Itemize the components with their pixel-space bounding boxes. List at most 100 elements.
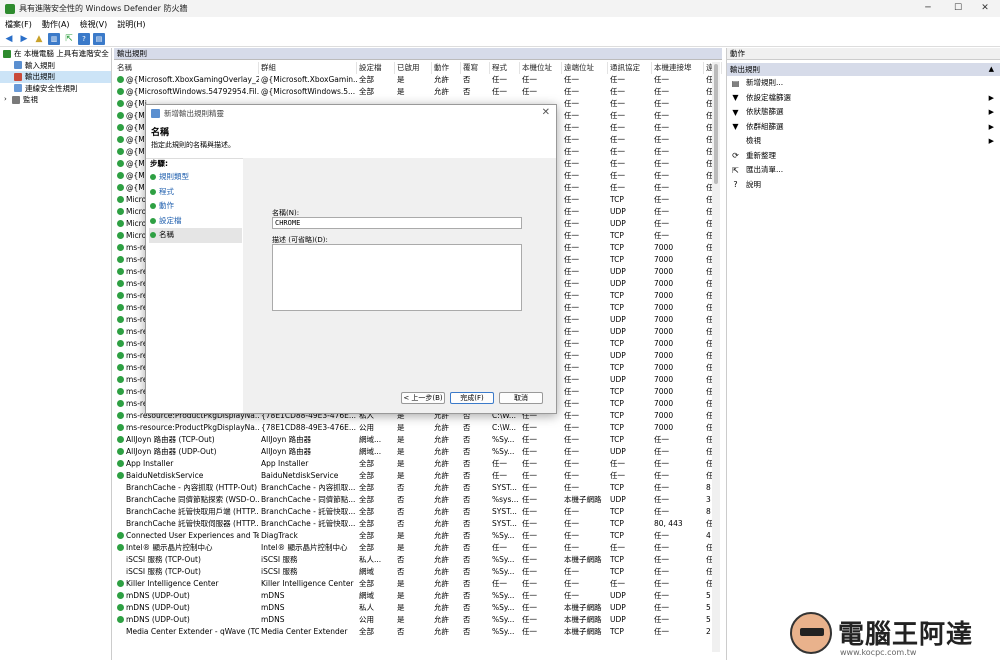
action-item[interactable]: ▤ 新增規則... (727, 76, 1000, 91)
mascot-logo (790, 611, 832, 654)
action-item[interactable]: ▼ 依狀態篩選 ▶ (727, 105, 1000, 120)
action-item[interactable]: ▼ 依設定檔篩選 ▶ (727, 91, 1000, 106)
table-cell: BranchCache - 託管快取... (261, 506, 357, 518)
column-header[interactable]: 通訊協定 (610, 62, 652, 74)
table-row[interactable]: Media Center Extender - qWave (TC... Medi… (114, 626, 722, 638)
dialog-close-icon[interactable]: ✕ (542, 107, 550, 118)
table-cell: 任一 (564, 194, 608, 206)
table-row[interactable]: iSCSI 服務 (TCP-Out) iSCSI 服務 私人... 否 允許 否 %Sy..… (114, 554, 722, 566)
column-header[interactable]: 程式 (492, 62, 520, 74)
tree-item-monitoring[interactable]: › 監視 (0, 94, 111, 106)
action-item[interactable]: ⟳ 重新整理 (727, 149, 1000, 164)
table-cell: 任一 (654, 110, 704, 122)
folder-up-icon[interactable]: ▲ (33, 33, 45, 45)
column-header[interactable]: 遠端位址 (564, 62, 608, 74)
toolbar: ◀ ▶ ▲ ▥ ⇱ ? ▤ (0, 31, 1000, 47)
title-bar: 具有進階安全性的 Windows Defender 防火牆 ─ ☐ ✕ (0, 0, 1000, 17)
column-header[interactable]: 名稱 (117, 62, 259, 74)
wizard-step[interactable]: 動作 (149, 199, 242, 214)
minimize-button[interactable]: ─ (913, 0, 943, 17)
scrollbar-thumb[interactable] (714, 64, 718, 184)
action-item[interactable]: 檢視 ▶ (727, 134, 1000, 149)
table-row[interactable]: BranchCache 託管快取伺服器 (HTTP... BranchCache … (114, 518, 722, 530)
table-row[interactable]: App Installer App Installer 全部 是 允許 否 任一 任一 任一 任一… (114, 458, 722, 470)
wizard-step[interactable]: 名稱 (149, 228, 242, 243)
cell-text: 任一 (522, 483, 537, 492)
tree-item-outbound-rules[interactable]: 輸出規則 (0, 71, 111, 83)
show-tree-icon[interactable]: ▥ (48, 32, 60, 45)
tree-item-connection-security-rules[interactable]: 連線安全性規則 (0, 83, 111, 95)
wizard-step[interactable]: 程式 (149, 185, 242, 200)
cell-text: 任一 (522, 603, 537, 612)
table-row[interactable]: mDNS (UDP-Out) mDNS 公用 是 允許 否 %Sy... 任一 本機子網路 UDP… (114, 614, 722, 626)
cell-text: 任一 (564, 351, 579, 360)
action-item[interactable]: ▼ 依群組篩選 ▶ (727, 120, 1000, 135)
menu-file[interactable]: 檔案(F) (0, 19, 37, 30)
action-item[interactable]: ? 說明 (727, 178, 1000, 193)
menu-view[interactable]: 檢視(V) (75, 19, 113, 30)
table-row[interactable]: BaiduNetdiskService BaiduNetdiskService 全部… (114, 470, 722, 482)
properties-icon[interactable]: ▤ (93, 32, 105, 45)
tree-item-inbound-rules[interactable]: 輸入規則 (0, 60, 111, 72)
back-button[interactable]: < 上一步(B) (401, 392, 445, 404)
table-cell: 7000 (654, 422, 704, 434)
cell-text: 允許 (434, 555, 449, 564)
action-item[interactable]: ⇱ 匯出清單... (727, 163, 1000, 178)
table-row[interactable]: mDNS (UDP-Out) mDNS 網域 是 允許 否 %Sy... 任一 任一 UDP 任一 5 (114, 590, 722, 602)
forward-arrow-icon[interactable]: ▶ (18, 33, 30, 45)
cell-text: 任一 (654, 591, 669, 600)
export-icon[interactable]: ⇱ (63, 33, 75, 45)
table-row[interactable]: @{MicrosoftWindows.54792954.Fil... @{Micr… (114, 86, 722, 98)
table-row[interactable]: BranchCache - 內容抓取 (HTTP-Out) BranchCache… (114, 482, 722, 494)
table-row[interactable]: Intel® 顯示晶片控制中心 Intel® 顯示晶片控制中心 全部 是 允許 否 任一 任一… (114, 542, 722, 554)
vertical-scrollbar[interactable] (712, 62, 720, 652)
actions-section-outbound-rules[interactable]: 輸出規則 ▲ (727, 63, 1000, 76)
table-row[interactable]: ms-resource:ProductPkgDisplayNa... {78E1C… (114, 422, 722, 434)
cell-text: 任一 (492, 543, 507, 552)
cell-text: %Sy... (492, 591, 515, 600)
collapse-icon[interactable]: ▲ (989, 63, 994, 76)
column-header[interactable]: 已啟用 (397, 62, 432, 74)
maximize-button[interactable]: ☐ (943, 0, 973, 17)
cell-text: 任一 (654, 627, 669, 636)
table-cell: 任一 (610, 182, 652, 194)
chevron-right-icon[interactable]: › (4, 94, 12, 106)
table-row[interactable]: AllJoyn 路由器 (TCP-Out) AllJoyn 路由器 網域... 是 允許… (114, 434, 722, 446)
table-row[interactable]: Killer Intelligence Center Killer Intelli… (114, 578, 722, 590)
table-row[interactable]: BranchCache 同儕節點探索 (WSD-O... BranchCache … (114, 494, 722, 506)
table-row[interactable]: iSCSI 服務 (TCP-Out) iSCSI 服務 網域 否 允許 否 %Sy... 任一… (114, 566, 722, 578)
table-cell: 全部 (359, 74, 395, 86)
help-icon[interactable]: ? (78, 32, 90, 45)
menu-help[interactable]: 說明(H) (112, 19, 150, 30)
enabled-check-icon (117, 591, 124, 599)
table-row[interactable]: Connected User Experiences and Tel... Dia… (114, 530, 722, 542)
wizard-step[interactable]: 設定檔 (149, 214, 242, 229)
cancel-button[interactable]: 取消 (499, 392, 543, 404)
table-cell: 公用 (359, 422, 395, 434)
table-row[interactable]: mDNS (UDP-Out) mDNS 私人 是 允許 否 %Sy... 任一 本機子網路 UDP… (114, 602, 722, 614)
cell-text: 否 (463, 435, 471, 444)
cell-text: 任一 (610, 87, 625, 96)
table-cell: 任一 (564, 302, 608, 314)
finish-button[interactable]: 完成(F) (450, 392, 494, 404)
table-cell: 任一 (564, 110, 608, 122)
tree-root[interactable]: 在 本機電腦 上具有進階安全 (0, 48, 111, 60)
column-header[interactable]: 本機位址 (522, 62, 562, 74)
table-row[interactable]: BranchCache 託管快取用戶端 (HTTP... BranchCache … (114, 506, 722, 518)
menu-action[interactable]: 動作(A) (37, 19, 75, 30)
close-button[interactable]: ✕ (970, 0, 1000, 17)
table-row[interactable]: AllJoyn 路由器 (UDP-Out) AllJoyn 路由器 網域... 是 允許… (114, 446, 722, 458)
column-header[interactable]: 本機連接埠 (654, 62, 704, 74)
wizard-step[interactable]: 規則類型 (149, 170, 242, 185)
column-header[interactable]: 動作 (434, 62, 461, 74)
cell-text: SYST... (492, 519, 517, 528)
description-textarea[interactable] (272, 244, 522, 311)
back-arrow-icon[interactable]: ◀ (3, 33, 15, 45)
column-header[interactable]: 設定檔 (359, 62, 395, 74)
table-cell: 否 (463, 74, 490, 86)
name-input[interactable]: CHROME (272, 217, 522, 229)
table-cell: 任一 (564, 158, 608, 170)
table-row[interactable]: @{Microsoft.XboxGamingOverlay_2... @{Micr… (114, 74, 722, 86)
column-header[interactable]: 覆寫 (463, 62, 490, 74)
column-header[interactable]: 群組 (261, 62, 357, 74)
